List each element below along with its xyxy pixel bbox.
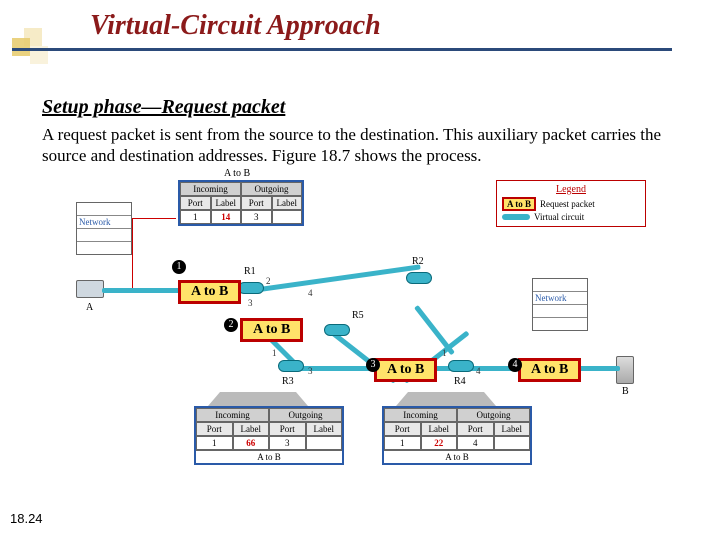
legend-request-chip: A to B bbox=[502, 197, 536, 211]
packet-chip-3: A to B bbox=[374, 358, 437, 382]
router-r5 bbox=[324, 324, 350, 336]
host-a-icon bbox=[76, 280, 104, 298]
router-r2 bbox=[406, 272, 432, 284]
slide-body-text: A request packet is sent from the source… bbox=[42, 124, 682, 167]
network-label-right: Network bbox=[533, 292, 587, 305]
step-3: 3 bbox=[366, 358, 380, 372]
network-box-left: Network bbox=[76, 202, 132, 255]
slide-title-wrap: Virtual-Circuit Approach bbox=[90, 10, 381, 42]
network-label-left: Network bbox=[77, 216, 131, 229]
step-2: 2 bbox=[224, 318, 238, 332]
legend-vc-icon bbox=[502, 214, 530, 220]
step-1: 1 bbox=[172, 260, 186, 274]
page-number: 18.24 bbox=[10, 511, 43, 526]
routing-table-r4: IncomingOutgoing PortLabelPortLabel 1224… bbox=[382, 406, 532, 465]
legend-vc-label: Virtual circuit bbox=[534, 212, 584, 222]
packet-chip-2: A to B bbox=[240, 318, 303, 342]
router-r4 bbox=[448, 360, 474, 372]
title-underline bbox=[12, 48, 672, 51]
legend-request-label: Request packet bbox=[540, 199, 595, 209]
step-4: 4 bbox=[508, 358, 522, 372]
figure-18-7: Legend A to B Request packet Virtual cir… bbox=[76, 180, 646, 480]
router-r3 bbox=[278, 360, 304, 372]
routing-table-r1: IncomingOutgoing PortLabelPortLabel 1143 bbox=[178, 180, 304, 226]
table-r1-caption: A to B bbox=[224, 168, 250, 179]
routing-table-r3: IncomingOutgoing PortLabelPortLabel 1663… bbox=[194, 406, 344, 465]
packet-chip-4: A to B bbox=[518, 358, 581, 382]
legend-box: Legend A to B Request packet Virtual cir… bbox=[496, 180, 646, 227]
router-r1 bbox=[238, 282, 264, 294]
host-a-label: A bbox=[86, 302, 93, 313]
packet-chip-1: A to B bbox=[178, 280, 241, 304]
host-b-label: B bbox=[622, 386, 629, 397]
network-box-right: Network bbox=[532, 278, 588, 331]
slide-subtitle: Setup phase—Request packet bbox=[42, 96, 285, 119]
legend-title: Legend bbox=[502, 184, 640, 195]
slide-title: Virtual-Circuit Approach bbox=[90, 10, 381, 42]
